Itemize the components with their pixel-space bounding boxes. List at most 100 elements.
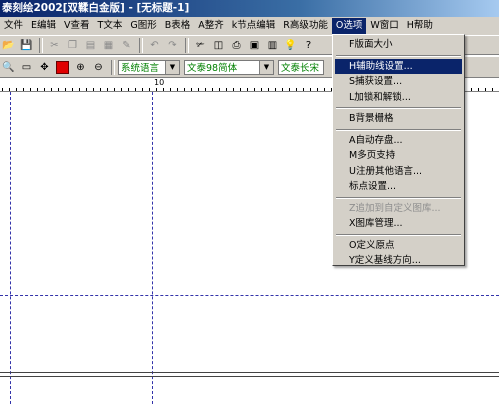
menu-options[interactable]: O选项 (331, 18, 367, 34)
ruler-tick (128, 88, 129, 91)
menu-separator (336, 196, 461, 199)
menu-item-lock-unlock[interactable]: L加锁和解锁... (335, 90, 462, 106)
menu-table[interactable]: B表格 (161, 18, 195, 34)
ruler-tick (303, 88, 304, 91)
menu-text[interactable]: T文本 (94, 18, 127, 34)
ruler-tick (37, 88, 38, 91)
ruler-tick (100, 88, 101, 91)
menu-item-define-origin[interactable]: O定义原点 (335, 238, 462, 254)
menu-help[interactable]: H帮助 (403, 18, 437, 34)
ruler-tick (478, 88, 479, 91)
chevron-down-icon[interactable]: ▼ (165, 60, 179, 74)
menu-item-library-manager[interactable]: X图库管理... (335, 216, 462, 232)
menu-node-edit[interactable]: k节点编辑 (228, 18, 280, 34)
ruler-tick (233, 88, 234, 91)
menu-item-add-to-library: Z追加到自定义图库... (349, 202, 441, 214)
language-select[interactable]: 系统语言 ▼ (118, 59, 180, 75)
vertical-guide-line[interactable] (152, 92, 153, 404)
ruler-tick (93, 88, 94, 91)
ruler-tick (275, 88, 276, 91)
tip-icon[interactable]: 💡 (282, 37, 299, 54)
menu-item-snap-settings[interactable]: S捕获设置... (335, 74, 462, 90)
menu-align[interactable]: A整齐 (194, 18, 228, 34)
ruler-tick (44, 88, 45, 91)
menu-graphics[interactable]: G图形 (126, 18, 160, 34)
vertical-guide-line[interactable] (10, 92, 11, 404)
ruler-tick (240, 88, 241, 91)
paste-icon[interactable]: ▤ (82, 37, 99, 54)
menu-item-background-grid[interactable]: B背景栅格 (335, 111, 462, 127)
ruler-tick (324, 88, 325, 91)
menu-item-guide-settings[interactable]: H辅助线设置... (335, 58, 462, 74)
path-icon[interactable]: ◫ (210, 37, 227, 54)
save-icon[interactable]: 💾 (18, 37, 35, 54)
redo-icon[interactable]: ↷ (164, 37, 181, 54)
ruler-tick (79, 88, 80, 91)
ruler-tick (471, 88, 472, 91)
menu-separator (336, 107, 461, 109)
ruler-tick (219, 88, 220, 91)
menu-separator (336, 233, 461, 236)
copy-icon[interactable]: ❐ (64, 37, 81, 54)
move-icon[interactable]: ✥ (36, 59, 53, 76)
language-select-value: 系统语言 (121, 63, 160, 74)
ruler-tick (107, 88, 108, 91)
ruler-tick (310, 88, 311, 91)
page-icon[interactable]: ▭ (18, 59, 35, 76)
toolbar-separator (111, 59, 115, 75)
open-icon[interactable]: 📂 (0, 37, 17, 54)
help-icon[interactable]: ? (300, 37, 317, 54)
menu-window[interactable]: W窗口 (366, 18, 402, 34)
menu-separator (336, 54, 461, 57)
undo-icon[interactable]: ↶ (146, 37, 163, 54)
menu-file[interactable]: 文件 (0, 18, 27, 34)
font-select-value: 文泰98简体 (187, 63, 238, 74)
zoom-in-icon[interactable]: ⊕ (72, 59, 89, 76)
color-red-icon[interactable] (54, 59, 71, 76)
menu-item-baseline-direction[interactable]: Y定义基线方向... (335, 253, 462, 269)
toolbar-separator (185, 37, 189, 53)
ruler-tick (205, 88, 206, 91)
chevron-down-icon[interactable]: ▼ (259, 60, 273, 74)
page-border-line (0, 372, 499, 373)
ruler-tick (121, 88, 122, 91)
menu-edit[interactable]: E编辑 (27, 18, 60, 34)
font-select[interactable]: 文泰98简体 ▼ (184, 59, 274, 75)
menu-advanced[interactable]: R高级功能 (279, 18, 332, 34)
format-painter-icon[interactable]: ✎ (118, 37, 135, 54)
ruler-tick (114, 88, 115, 91)
ruler-tick (485, 88, 486, 91)
horizontal-guide-line[interactable] (0, 295, 499, 296)
page-border-line (0, 376, 499, 377)
style-select[interactable]: 文泰长宋 (278, 59, 324, 75)
ruler-tick (163, 88, 164, 91)
ruler-tick (9, 88, 10, 91)
ruler-tick (23, 88, 24, 91)
ruler-tick (142, 88, 143, 91)
ruler-tick (317, 88, 318, 91)
ruler-tick (184, 88, 185, 91)
zoom-out-icon[interactable]: ⊖ (90, 59, 107, 76)
menu-item-punctuation[interactable]: 标点设置... (335, 179, 462, 195)
menu-item-register-language[interactable]: U注册其他语言... (335, 164, 462, 180)
display-icon[interactable]: ▥ (264, 37, 281, 54)
menu-view[interactable]: V查看 (60, 18, 94, 34)
zoom-tool-icon[interactable]: 🔍 (0, 59, 17, 76)
ruler-tick (198, 88, 199, 91)
print-preview-icon[interactable]: ▣ (246, 37, 263, 54)
ruler-tick (51, 88, 52, 91)
menu-item-autosave[interactable]: A自动存盘... (335, 133, 462, 149)
cut-icon[interactable]: ✂ (46, 37, 63, 54)
options-menu: F版面大小 H辅助线设置... S捕获设置... L加锁和解锁... B背景栅格… (332, 34, 465, 266)
paste-special-icon[interactable]: ▦ (100, 37, 117, 54)
cut-line-icon[interactable]: ✃ (192, 37, 209, 54)
ruler-tick (86, 88, 87, 91)
menu-item-page-size[interactable]: F版面大小 (335, 37, 462, 53)
title-bar: 泰刻绘2002[双鞣白金版] - [无标题-1] (0, 0, 499, 17)
menu-item-multipage[interactable]: M多页支持 (335, 148, 462, 164)
ruler-tick (30, 88, 31, 91)
ruler-tick (65, 88, 66, 91)
ruler-tick (170, 88, 171, 91)
ruler-tick (289, 88, 290, 91)
print-icon[interactable]: ⎙ (228, 37, 245, 54)
